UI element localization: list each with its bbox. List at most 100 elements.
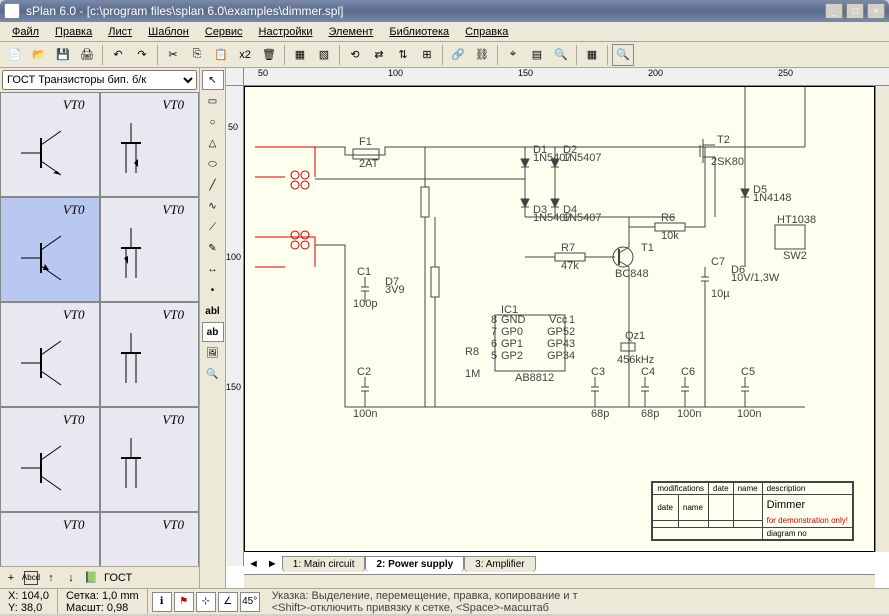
- sheet-tab[interactable]: 1: Main circuit: [282, 556, 366, 572]
- svg-text:100n: 100n: [677, 408, 701, 420]
- transistor-icon: [21, 333, 71, 393]
- print-icon[interactable]: 🖨: [76, 44, 98, 66]
- group-icon[interactable]: 🔗: [447, 44, 469, 66]
- svg-text:GP2: GP2: [501, 350, 523, 362]
- delete-icon[interactable]: 🗑: [258, 44, 280, 66]
- maximize-button[interactable]: □: [846, 3, 864, 19]
- svg-text:456kHz: 456kHz: [617, 354, 654, 366]
- tab-next-icon[interactable]: ►: [263, 556, 282, 572]
- front-icon[interactable]: ▦: [289, 44, 311, 66]
- library-select[interactable]: ГОСТ Транзисторы бип. б/к: [2, 70, 197, 90]
- duplicate-icon[interactable]: x2: [234, 44, 256, 66]
- save-icon[interactable]: 💾: [52, 44, 74, 66]
- pointer-tool-icon[interactable]: ↖: [202, 70, 224, 90]
- transistor-icon: [21, 438, 71, 498]
- canvas-panel: 50 100 150 200 250 50 100 150: [226, 68, 889, 588]
- dim-tool-icon[interactable]: ↔: [202, 259, 224, 279]
- svg-text:100p: 100p: [353, 298, 377, 310]
- textframe-tool-icon[interactable]: ab: [202, 322, 224, 342]
- library-item[interactable]: VT0: [0, 197, 100, 302]
- library-item[interactable]: VT0: [0, 512, 100, 566]
- add-icon[interactable]: +: [4, 571, 18, 585]
- library-item[interactable]: VT0: [100, 302, 200, 407]
- options-icon[interactable]: ▦: [581, 44, 603, 66]
- menu-template[interactable]: Шаблон: [140, 24, 197, 40]
- curve-tool-icon[interactable]: ∿: [202, 196, 224, 216]
- title-block: modificationsdatenamedescription datenam…: [651, 481, 854, 541]
- undo-icon[interactable]: ↶: [107, 44, 129, 66]
- angle-value[interactable]: 45°: [240, 592, 260, 612]
- snap-icon[interactable]: ⌖: [502, 44, 524, 66]
- ruler-corner: [226, 68, 244, 86]
- svg-text:2AT: 2AT: [359, 158, 379, 170]
- rect-tool-icon[interactable]: ▭: [202, 91, 224, 111]
- align-icon[interactable]: ⊞: [416, 44, 438, 66]
- down-icon[interactable]: ↓: [64, 571, 78, 585]
- node-tool-icon[interactable]: •: [202, 280, 224, 300]
- menu-library[interactable]: Библиотека: [381, 24, 457, 40]
- search-icon[interactable]: 🔍: [550, 44, 572, 66]
- ungroup-icon[interactable]: ⛓: [471, 44, 493, 66]
- menu-file[interactable]: Файл: [4, 24, 47, 40]
- zoom-tool-icon[interactable]: 🔍: [202, 364, 224, 384]
- circle-tool-icon[interactable]: ○: [202, 112, 224, 132]
- xy-icon[interactable]: ⊹: [196, 592, 216, 612]
- image-tool-icon[interactable]: 🖼: [202, 343, 224, 363]
- menu-help[interactable]: Справка: [457, 24, 516, 40]
- up-icon[interactable]: ↑: [44, 571, 58, 585]
- library-item[interactable]: VT0: [100, 512, 200, 566]
- zoom-icon[interactable]: 🔍: [612, 44, 634, 66]
- svg-text:F1: F1: [359, 136, 372, 148]
- library-item[interactable]: VT0: [100, 197, 200, 302]
- minimize-button[interactable]: _: [825, 3, 843, 19]
- mirror-h-icon[interactable]: ⇄: [368, 44, 390, 66]
- freehand-tool-icon[interactable]: ✎: [202, 238, 224, 258]
- menu-settings[interactable]: Настройки: [251, 24, 321, 40]
- svg-text:1M: 1M: [465, 368, 480, 380]
- open-icon[interactable]: 📂: [28, 44, 50, 66]
- cut-icon[interactable]: ✂: [162, 44, 184, 66]
- scrollbar-horizontal[interactable]: [244, 574, 875, 588]
- text-tool-icon[interactable]: abl: [202, 301, 224, 321]
- svg-text:GP1: GP1: [501, 338, 523, 350]
- library-item[interactable]: VT0: [0, 407, 100, 512]
- library-item[interactable]: VT0: [100, 92, 200, 197]
- svg-text:10V/1,3W: 10V/1,3W: [731, 272, 780, 284]
- label-icon[interactable]: Abcd: [24, 571, 38, 585]
- library-item[interactable]: VT0: [100, 407, 200, 512]
- library-item[interactable]: VT0: [0, 302, 100, 407]
- svg-text:T2: T2: [717, 134, 730, 146]
- copy-icon[interactable]: ⎘: [186, 44, 208, 66]
- svg-text:R8: R8: [465, 346, 479, 358]
- main-area: ГОСТ Транзисторы бип. б/к VT0 VT0 VT0 VT…: [0, 68, 889, 588]
- poly-tool-icon[interactable]: △: [202, 133, 224, 153]
- menu-element[interactable]: Элемент: [320, 24, 381, 40]
- sheet-tab[interactable]: 3: Amplifier: [464, 556, 535, 572]
- new-icon[interactable]: 📄: [4, 44, 26, 66]
- book-icon[interactable]: 📗: [84, 571, 98, 585]
- drawing-canvas[interactable]: F1 2AT D11N5407 D21N5407 D31N5407 D41N54…: [244, 86, 875, 552]
- flag-icon[interactable]: ⚑: [174, 592, 194, 612]
- scrollbar-vertical[interactable]: [875, 86, 889, 552]
- mirror-v-icon[interactable]: ⇅: [392, 44, 414, 66]
- rotate-icon[interactable]: ⟲: [344, 44, 366, 66]
- ellipse-tool-icon[interactable]: ⬭: [202, 154, 224, 174]
- paste-icon[interactable]: 📋: [210, 44, 232, 66]
- tab-prev-icon[interactable]: ◄: [244, 556, 263, 572]
- redo-icon[interactable]: ↷: [131, 44, 153, 66]
- angle-icon[interactable]: ∠: [218, 592, 238, 612]
- sheet-tab[interactable]: 2: Power supply: [365, 556, 464, 572]
- list-icon[interactable]: ▤: [526, 44, 548, 66]
- close-button[interactable]: ×: [867, 3, 885, 19]
- menu-sheet[interactable]: Лист: [100, 24, 140, 40]
- window-title: sPlan 6.0 - [c:\program files\splan 6.0\…: [26, 4, 825, 18]
- svg-text:7: 7: [491, 326, 497, 338]
- menu-edit[interactable]: Правка: [47, 24, 100, 40]
- info-icon[interactable]: ℹ: [152, 592, 172, 612]
- menu-service[interactable]: Сервис: [197, 24, 251, 40]
- svg-text:C3: C3: [591, 366, 605, 378]
- back-icon[interactable]: ▧: [313, 44, 335, 66]
- library-item[interactable]: VT0: [0, 92, 100, 197]
- line-tool-icon[interactable]: ╱: [202, 175, 224, 195]
- bezier-tool-icon[interactable]: ⟋: [202, 217, 224, 237]
